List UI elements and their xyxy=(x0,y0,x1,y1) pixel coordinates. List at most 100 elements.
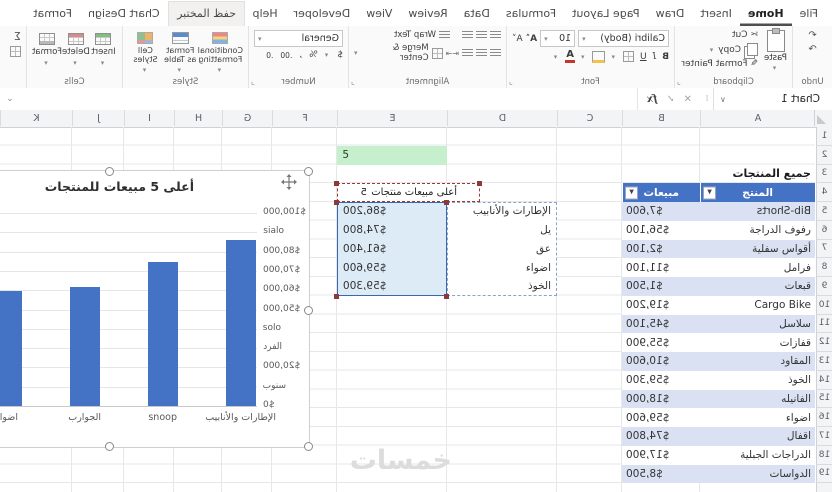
tab-format[interactable]: Format xyxy=(25,2,80,26)
formula-input[interactable] xyxy=(20,88,638,110)
table-row-sales[interactable]: $18,000 xyxy=(622,389,700,409)
table-row-sales[interactable]: $19,200 xyxy=(622,295,700,315)
row-header-3[interactable]: 3 xyxy=(816,164,832,184)
table-row-sales[interactable]: $2,100 xyxy=(622,239,700,259)
select-all-corner[interactable] xyxy=(814,110,832,126)
indent-buttons[interactable]: ⇤⇥ xyxy=(446,49,459,58)
table-row-sales[interactable]: $8,500 xyxy=(622,464,700,484)
filter-icon[interactable]: ▼ xyxy=(703,186,716,200)
row-header-1[interactable]: 1 xyxy=(816,127,832,146)
row-header-18[interactable]: 18 xyxy=(816,445,832,465)
cell-styles-button[interactable]: Cell Styles ▾ xyxy=(128,30,163,74)
green-highlight-cell[interactable]: 5 xyxy=(337,145,447,165)
column-header-D[interactable]: D xyxy=(447,110,557,126)
format-painter-button[interactable]: ✎ Format Painter xyxy=(681,59,758,69)
align-center-button[interactable] xyxy=(476,48,487,58)
table-row-product[interactable]: الدراجات الجبلية xyxy=(700,445,815,465)
row-header-11[interactable]: 11 xyxy=(816,314,832,334)
bold-button[interactable]: B xyxy=(662,52,669,62)
top5-row-name[interactable]: اضواء xyxy=(449,258,555,277)
borders-button[interactable] xyxy=(622,51,634,62)
table-row-sales[interactable]: $55,900 xyxy=(622,333,700,352)
tab-file[interactable]: File xyxy=(792,2,826,26)
table-row-product[interactable]: فرامل xyxy=(700,258,815,277)
top5-row-value[interactable]: $74,800 xyxy=(337,221,447,240)
chart-bar[interactable] xyxy=(148,261,178,406)
cancel-icon[interactable]: ✕ xyxy=(684,94,692,105)
row-header-20[interactable] xyxy=(816,483,832,492)
font-name-select[interactable]: Calibri (Body) ▾ xyxy=(578,30,669,47)
row-header-5[interactable]: 5 xyxy=(816,202,832,221)
table-row-product[interactable]: Bib-Shorts xyxy=(700,202,815,221)
enter-icon[interactable]: ✓ xyxy=(666,94,674,105)
row-header-15[interactable]: 15 xyxy=(816,389,832,409)
wrap-text-button[interactable]: Wrap Text xyxy=(394,30,436,40)
row-header-16[interactable]: 16 xyxy=(816,408,832,427)
tab-review[interactable]: Review xyxy=(400,2,455,26)
column-header-J[interactable]: J xyxy=(72,110,124,126)
tab-حفظ-المختبر[interactable]: حفظ المختبر xyxy=(167,1,245,26)
row-header-6[interactable]: 6 xyxy=(816,220,832,240)
row-header-12[interactable]: 12 xyxy=(816,333,832,352)
column-header-H[interactable]: H xyxy=(174,110,222,126)
row-header-17[interactable]: 17 xyxy=(816,427,832,446)
table-row-sales[interactable]: $7,600 xyxy=(622,202,700,221)
chart-selection-handle[interactable] xyxy=(304,442,313,451)
tab-formulas[interactable]: Formulas xyxy=(498,2,564,26)
top5-title-cell[interactable]: أعلى مبيعات منتجات 5 xyxy=(337,183,480,202)
number-dialog-launcher[interactable]: ⌟ xyxy=(251,77,255,86)
move-chart-icon[interactable] xyxy=(281,174,297,193)
tab-view[interactable]: View xyxy=(358,2,400,26)
table-row-product[interactable]: اقفال xyxy=(700,427,815,446)
cut-button[interactable]: ✂ Cut xyxy=(681,30,758,40)
alignment-dialog-launcher[interactable]: ⌟ xyxy=(351,77,355,86)
tab-draw[interactable]: Draw xyxy=(648,2,693,26)
top5-row-name[interactable]: الإطارات والأنابيب xyxy=(449,202,555,221)
table-row-sales[interactable]: $17,900 xyxy=(622,445,700,465)
formula-bar-expand-icon[interactable]: ⌄ xyxy=(0,88,20,110)
filter-icon[interactable]: ▼ xyxy=(625,186,638,200)
range-corner-handle[interactable] xyxy=(477,181,482,187)
row-header-2[interactable]: 2 xyxy=(816,145,832,165)
bar-chart[interactable]: $0 سنوب $20,000 الفرد solo $50,000 $60,000 $70,… xyxy=(0,167,313,451)
top5-row-value[interactable]: $59,300 xyxy=(337,277,447,296)
table-row-product[interactable]: الخوذ xyxy=(700,370,815,390)
increase-font-button[interactable]: A˄ xyxy=(526,34,537,44)
table-row-sales[interactable]: $74,800 xyxy=(622,427,700,446)
column-header-G[interactable]: G xyxy=(222,110,272,126)
table-row-sales[interactable]: $59,300 xyxy=(622,370,700,390)
table-row-product[interactable]: قفازات xyxy=(700,333,815,352)
align-right-button[interactable] xyxy=(462,48,473,58)
formula-bar-splitter[interactable]: ⁞ xyxy=(701,88,713,110)
range-corner-handle[interactable] xyxy=(444,200,449,205)
row-header-9[interactable]: 9 xyxy=(816,277,832,296)
row-header-8[interactable]: 8 xyxy=(816,258,832,277)
undo-button[interactable]: ↶ xyxy=(798,30,827,41)
chart-selection-handle[interactable] xyxy=(304,167,313,176)
all-products-label[interactable]: جميع المنتجات xyxy=(700,165,815,184)
conditional-formatting-button[interactable]: Conditional Formatting ▾ xyxy=(198,30,243,74)
column-header-E[interactable]: E xyxy=(337,110,447,126)
row-header-4[interactable]: 4 xyxy=(816,183,832,202)
row-header-19[interactable]: 19 xyxy=(816,464,832,484)
table-row-sales[interactable]: $59,600 xyxy=(622,408,700,427)
row-header-10[interactable]: 10 xyxy=(816,295,832,315)
table-row-sales[interactable]: $11,100 xyxy=(622,258,700,277)
underline-button[interactable]: U xyxy=(640,52,647,62)
row-header-14[interactable]: 14 xyxy=(816,370,832,390)
font-dialog-launcher[interactable]: ⌟ xyxy=(509,77,513,86)
table-row-sales[interactable]: $10,600 xyxy=(622,352,700,371)
chart-bar[interactable] xyxy=(70,287,100,406)
increase-decimal-button[interactable]: .00 xyxy=(280,51,292,60)
name-box-dropdown-icon[interactable]: ∨ xyxy=(714,95,732,104)
chart-title[interactable]: أعلى 5 مبيعات للمنتجات xyxy=(9,179,229,194)
table-row-sales[interactable]: $56,100 xyxy=(622,220,700,240)
column-header-B[interactable]: B xyxy=(622,110,700,126)
name-box[interactable]: Chart 1 ∨ xyxy=(713,88,832,110)
align-bottom-button[interactable] xyxy=(462,30,473,40)
tab-data[interactable]: Data xyxy=(456,2,498,26)
percent-button[interactable]: % xyxy=(309,50,318,60)
table-row-product[interactable]: Cargo Bike xyxy=(700,295,815,315)
table-row-product[interactable]: رفوف الدراجة xyxy=(700,220,815,240)
copy-button[interactable]: Copy ▾ xyxy=(681,43,759,56)
